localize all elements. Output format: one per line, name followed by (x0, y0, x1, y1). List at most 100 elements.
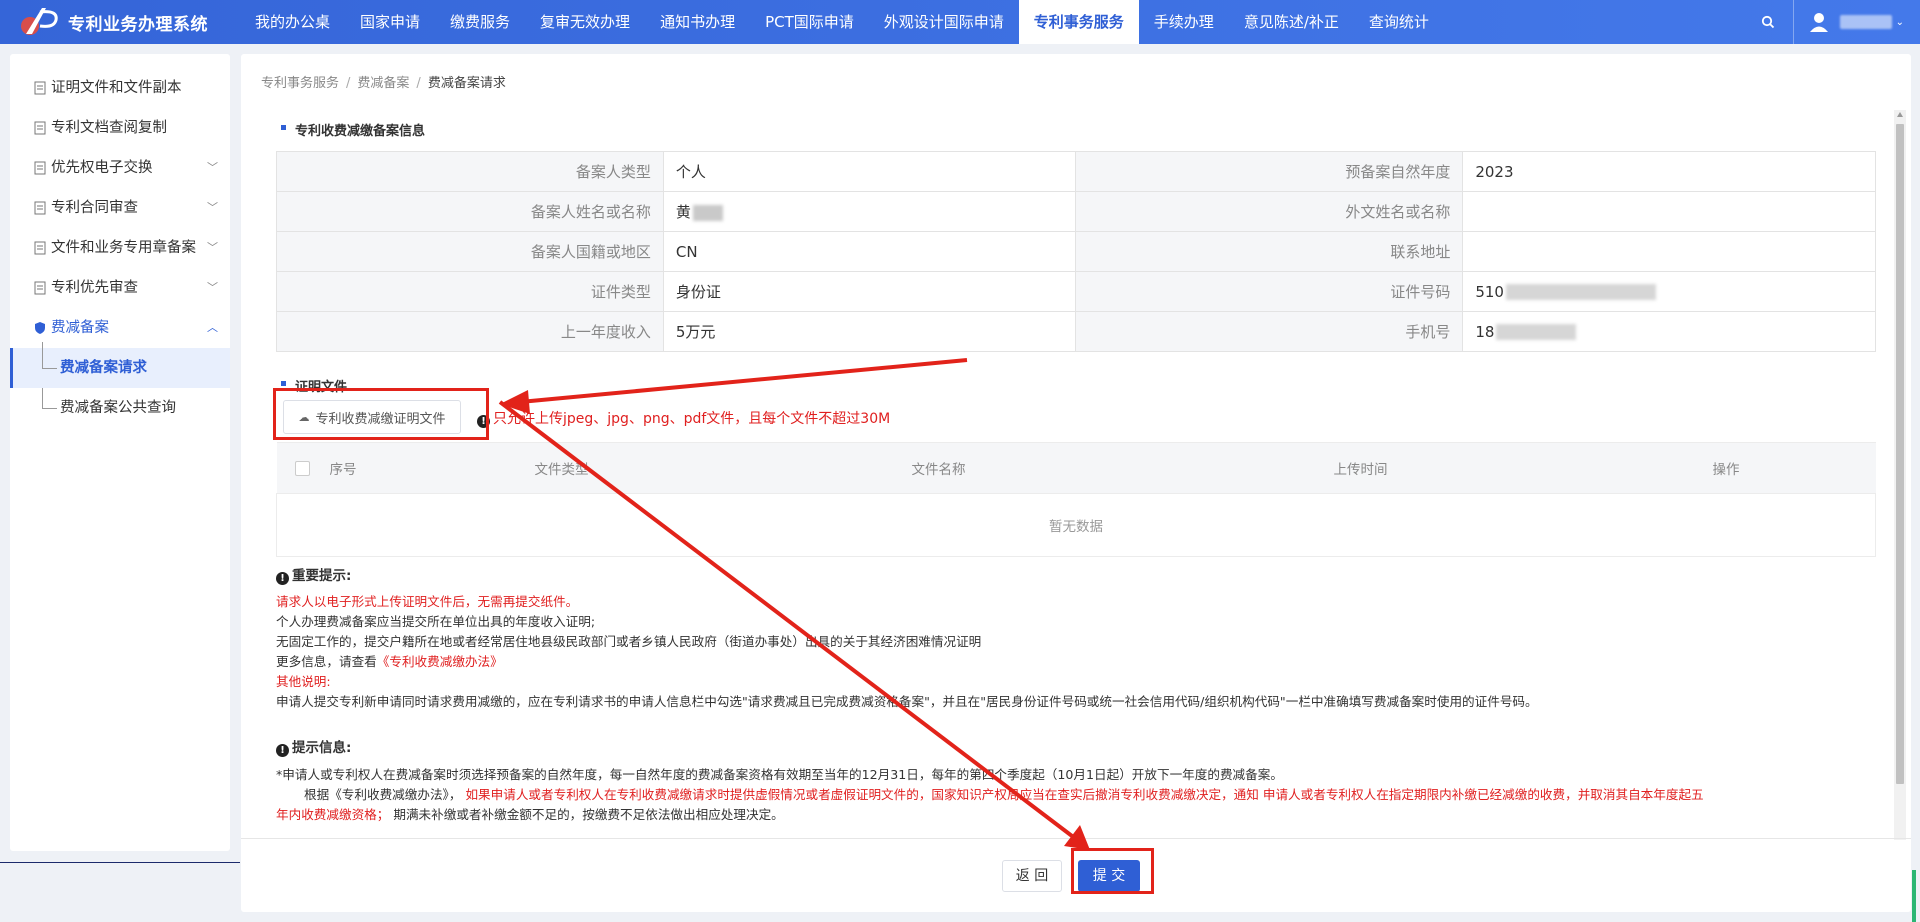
cloud-upload-icon: ☁ (298, 410, 310, 424)
section-title-filing-info: 专利收费减缴备案信息 (281, 120, 425, 139)
hint-line: *申请人或专利权人在费减备案时须选择预备案的自然年度，每一自然年度的费减备案资格… (276, 767, 1283, 782)
column-header: 文件类型 (390, 442, 733, 494)
upload-tip-text: 只允许上传jpeg、jpg、png、pdf文件，且每个文件不超过30M (493, 411, 891, 427)
note-line: 无固定工作的，提交户籍所在地或者经常居住地县级民政部门或者乡镇人民政府（街道办事… (276, 634, 982, 649)
app-logo: 专利业务办理系统 (0, 6, 240, 38)
nav-item-opinions[interactable]: 意见陈述/补正 (1229, 0, 1354, 44)
upload-tip: ! 只允许上传jpeg、jpg、png、pdf文件，且每个文件不超过30M (477, 408, 890, 428)
field-value (1462, 231, 1876, 272)
nav-item-query-stats[interactable]: 查询统计 (1354, 0, 1444, 44)
redacted (1496, 324, 1577, 340)
field-value-name: 黄 (662, 191, 1077, 232)
nav-item-notices[interactable]: 通知书办理 (645, 0, 750, 44)
sidebar-item-priority-review[interactable]: 专利优先审查 ﹀ (10, 268, 230, 308)
nav-item-fee-service[interactable]: 缴费服务 (435, 0, 525, 44)
column-header: 文件名称 (732, 442, 1145, 494)
hint-text-red: 年内收费减缴资格； (276, 807, 390, 822)
column-header: 序号 (328, 442, 391, 494)
breadcrumb-item[interactable]: 专利事务服务 (261, 76, 339, 91)
doc-icon (34, 161, 46, 175)
redacted (692, 204, 723, 221)
field-value-phone: 18 (1462, 311, 1876, 352)
note-line: 请求人以电子形式上传证明文件后，无需再提交纸件。 (276, 594, 579, 609)
regulation-link[interactable]: 《专利收费减缴办法》 (377, 654, 503, 669)
sidebar-item-label: 费减备案公共查询 (60, 400, 176, 416)
chevron-down-icon: ﹀ (207, 241, 218, 254)
breadcrumb-item[interactable]: 费减备案 (357, 76, 409, 91)
hint-text: 根据《专利收费减缴办法》， (304, 787, 462, 802)
chevron-down-icon: ⌄ (1895, 16, 1904, 28)
sidebar: 证明文件和文件副本 专利文档查阅复制 优先权电子交换 ﹀ 专利合同审查 ﹀ 文件… (10, 54, 230, 851)
file-table: 序号 文件类型 文件名称 上传时间 操作 暂无数据 (276, 442, 1876, 557)
field-label: 备案人国籍或地区 (276, 231, 664, 272)
field-label: 证件类型 (276, 271, 664, 312)
hint-heading: ! 提示信息: (276, 738, 1886, 758)
sidebar-item-label: 文件和业务专用章备案 (51, 240, 196, 256)
search-icon[interactable] (1743, 0, 1794, 44)
doc-icon (34, 201, 46, 215)
exclamation-icon: ! (276, 572, 289, 585)
nav-item-pct[interactable]: PCT国际申请 (750, 0, 869, 44)
nav-item-national-application[interactable]: 国家申请 (345, 0, 435, 44)
sidebar-item-label: 费减备案 (51, 320, 109, 336)
sidebar-item-priority-exchange[interactable]: 优先权电子交换 ﹀ (10, 148, 230, 188)
field-label: 证件号码 (1075, 271, 1464, 312)
nav-item-my-desk[interactable]: 我的办公桌 (240, 0, 345, 44)
field-value: 5万元 (662, 311, 1077, 352)
field-value: 2023 (1462, 151, 1876, 192)
phone-prefix: 18 (1475, 322, 1495, 341)
field-value: 身份证 (662, 271, 1077, 312)
nav-item-patent-affairs[interactable]: 专利事务服务 (1018, 0, 1139, 44)
table-header-row: 序号 文件类型 文件名称 上传时间 操作 (276, 442, 1876, 494)
nav-item-design-international[interactable]: 外观设计国际申请 (869, 0, 1019, 44)
scroll-up-icon[interactable] (1897, 112, 1903, 117)
sidebar-item-contract-review[interactable]: 专利合同审查 ﹀ (10, 188, 230, 228)
sidebar-item-certificates[interactable]: 证明文件和文件副本 (10, 68, 230, 108)
edge-indicator (1912, 870, 1916, 922)
chevron-down-icon: ﹀ (207, 281, 218, 294)
section-title-certificates: 证明文件 (281, 376, 347, 395)
top-nav-bar: 专利业务办理系统 我的办公桌 国家申请 缴费服务 复审无效办理 通知书办理 PC… (0, 0, 1920, 44)
scrollbar[interactable] (1894, 110, 1906, 840)
hint-line: 年内收费减缴资格； 期满未补缴或者补缴金额不足的，按缴费不足依法做出相应处理决定… (276, 805, 1886, 825)
field-label: 备案人姓名或名称 (276, 191, 664, 232)
nav-item-procedures[interactable]: 手续办理 (1139, 0, 1229, 44)
sidebar-subitem-fee-reduction-query[interactable]: 费减备案公共查询 (10, 388, 230, 428)
back-button[interactable]: 返 回 (1002, 860, 1062, 892)
select-all-checkbox[interactable] (295, 460, 310, 476)
submit-button[interactable]: 提 交 (1078, 860, 1140, 892)
field-value: 个人 (662, 151, 1077, 192)
tree-line (42, 388, 57, 409)
table-row: 备案人类型 个人 预备案自然年度 2023 (276, 151, 1876, 192)
field-label: 上一年度收入 (276, 311, 664, 352)
doc-icon (34, 241, 46, 255)
field-label: 预备案自然年度 (1075, 151, 1464, 192)
doc-icon (34, 281, 46, 295)
table-row: 备案人姓名或名称 黄 外文姓名或名称 (276, 191, 1876, 232)
id-prefix: 510 (1475, 282, 1504, 301)
nav-item-reexamination[interactable]: 复审无效办理 (525, 0, 645, 44)
upload-certificate-button[interactable]: ☁ 专利收费减缴证明文件 (283, 400, 461, 434)
exclamation-icon: ! (477, 415, 490, 428)
user-menu[interactable]: ⌄ (1794, 11, 1920, 33)
select-all-cell (276, 442, 329, 494)
sidebar-item-label: 专利文档查阅复制 (51, 120, 167, 136)
name-prefix: 黄 (675, 203, 691, 221)
sidebar-item-doc-copy[interactable]: 专利文档查阅复制 (10, 108, 230, 148)
more-prefix: 更多信息，请查看 (276, 654, 377, 669)
scrollbar-thumb[interactable] (1896, 124, 1904, 784)
empty-row: 暂无数据 (276, 493, 1876, 557)
sidebar-item-seal-filing[interactable]: 文件和业务专用章备案 ﹀ (10, 228, 230, 268)
main-panel: 专利事务服务 / 费减备案 / 费减备案请求 专利收费减缴备案信息 备案人类型 个人 预… (241, 54, 1911, 912)
sidebar-subitem-fee-reduction-request[interactable]: 费减备案请求 (10, 342, 230, 388)
table-row: 证件类型 身份证 证件号码 510 (276, 271, 1876, 312)
divider (0, 862, 240, 863)
field-label: 手机号 (1075, 311, 1464, 352)
note-line-more: 更多信息，请查看《专利收费减缴办法》 (276, 652, 1886, 672)
note-line: 个人办理费减备案应当提交所在单位出具的年度收入证明; (276, 614, 596, 629)
field-value (1462, 191, 1876, 232)
important-heading-text: 重要提示: (292, 568, 352, 584)
sidebar-item-label: 专利优先审查 (51, 280, 138, 296)
empty-text: 暂无数据 (276, 493, 1876, 557)
shield-icon (35, 322, 45, 334)
